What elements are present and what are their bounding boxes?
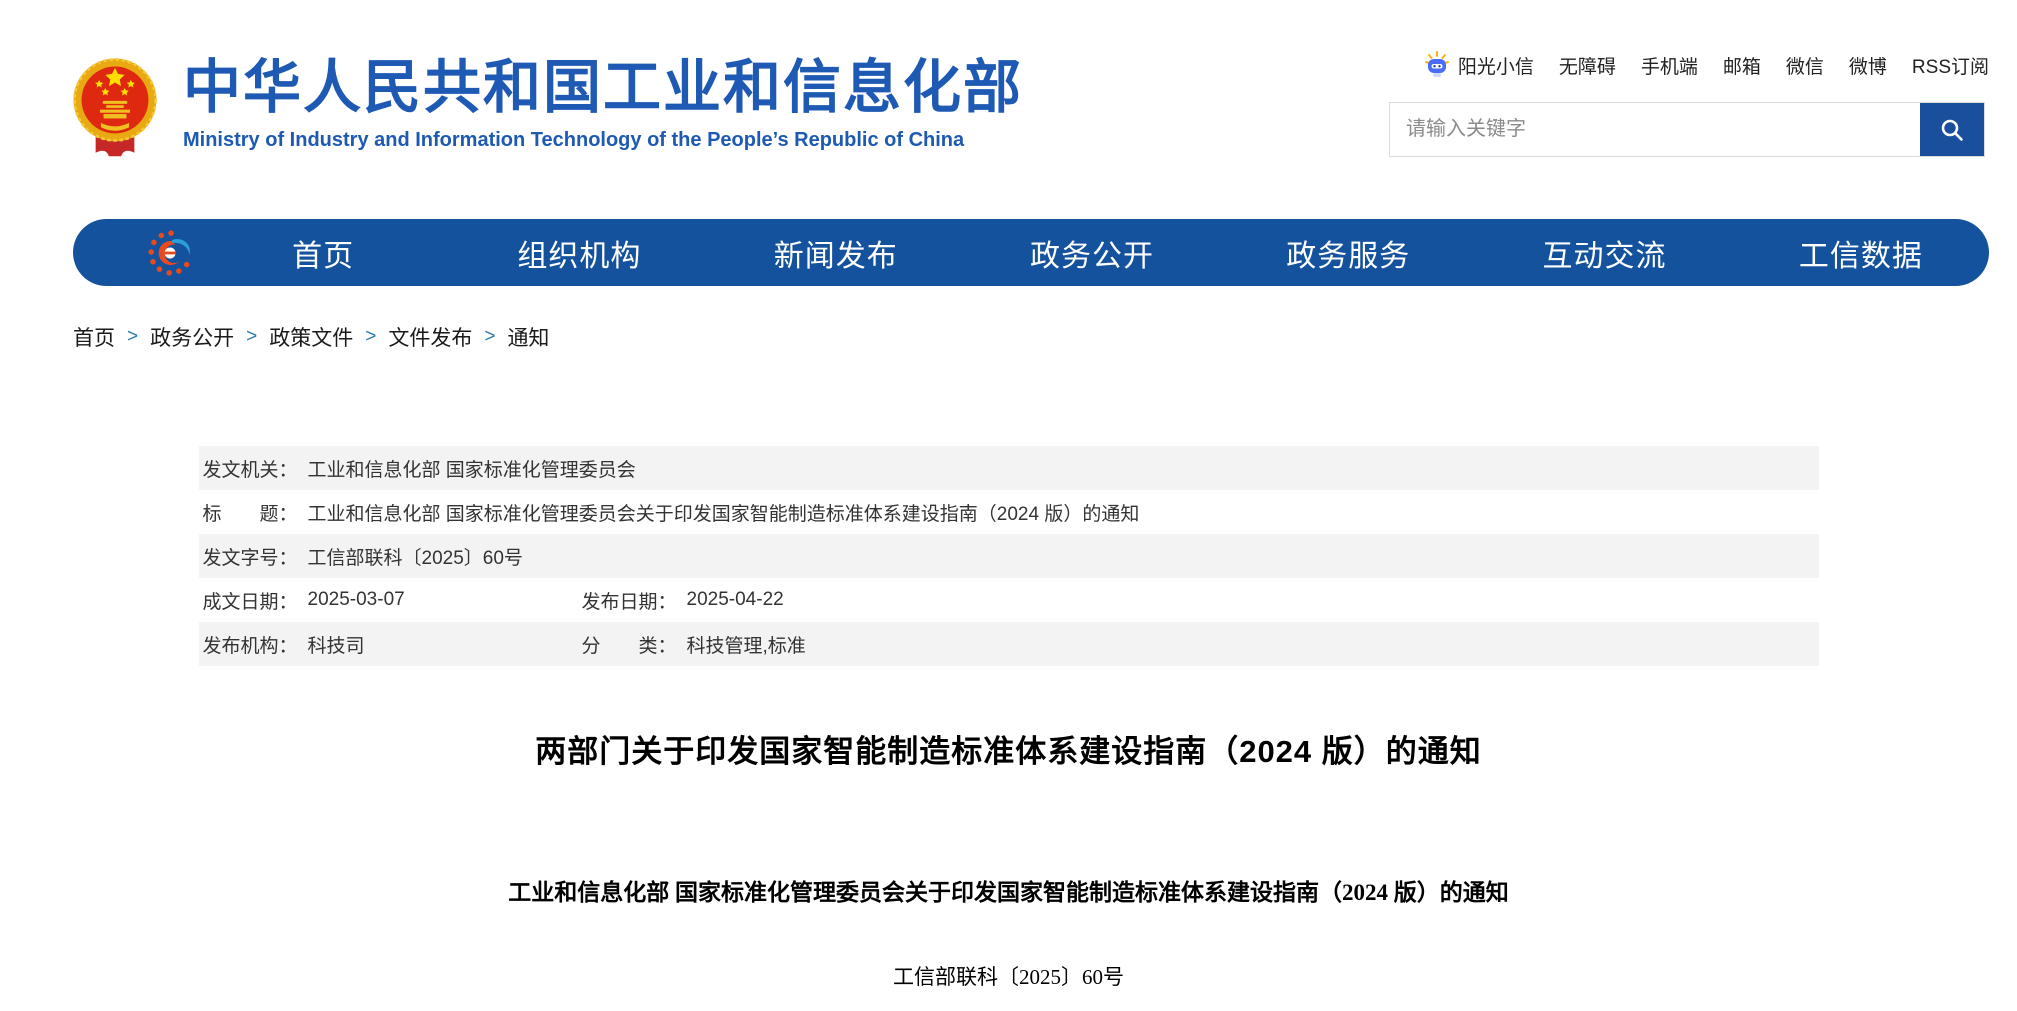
meta-value: 工业和信息化部 国家标准化管理委员会 [308,455,636,482]
breadcrumb-separator: > [127,326,138,348]
header-right: 阳光小信 无障碍 手机端 邮箱 微信 微博 RSS订阅 [1389,50,1989,157]
site-brand: 中华人民共和国工业和信息化部 Ministry of Industry and … [71,48,1023,166]
miit-logo-icon [147,229,195,277]
table-row: 标 题： 工业和信息化部 国家标准化管理委员会关于印发国家智能制造标准体系建设指… [199,490,1819,534]
quick-link-weibo[interactable]: 微博 [1849,52,1887,79]
nav-item-news[interactable]: 新闻发布 [708,231,964,275]
main-nav: 首页 组织机构 新闻发布 政务公开 政务服务 互动交流 工信数据 [73,219,1989,286]
main-content: 发文机关： 工业和信息化部 国家标准化管理委员会 标 题： 工业和信息化部 国家… [0,446,2017,991]
breadcrumb-policy-documents[interactable]: 政策文件 [269,322,353,352]
meta-label: 成文日期： [203,587,298,614]
quick-links: 阳光小信 无障碍 手机端 邮箱 微信 微博 RSS订阅 [1389,50,1989,80]
meta-category: 分 类： 科技管理,标准 [582,631,1815,658]
search-icon [1939,117,1965,143]
article-subtitle: 工业和信息化部 国家标准化管理委员会关于印发国家智能制造标准体系建设指南（202… [0,873,2017,907]
document-meta-table: 发文机关： 工业和信息化部 国家标准化管理委员会 标 题： 工业和信息化部 国家… [199,446,1819,666]
breadcrumb-separator: > [365,326,376,348]
page: 中华人民共和国工业和信息化部 Ministry of Industry and … [0,0,2017,1011]
meta-issuing-agency: 发文机关： 工业和信息化部 国家标准化管理委员会 [203,455,1815,482]
robot-icon [1422,50,1452,80]
meta-label: 分 类： [582,631,677,658]
breadcrumb-home[interactable]: 首页 [73,322,115,352]
search-input[interactable] [1390,103,1920,156]
nav-item-home[interactable]: 首页 [195,231,451,275]
meta-value: 科技司 [308,631,365,658]
meta-label: 发布机构： [203,631,298,658]
meta-label: 发布日期： [582,587,677,614]
search-bar [1389,102,1985,157]
page-title: 两部门关于印发国家智能制造标准体系建设指南（2024 版）的通知 [0,726,2017,771]
breadcrumb-current-notice: 通知 [507,322,549,352]
breadcrumb-separator: > [484,326,495,348]
quick-link-rss[interactable]: RSS订阅 [1912,52,1989,79]
meta-label: 标 题： [203,499,298,526]
meta-publish-org: 发布机构： 科技司 [203,631,582,658]
national-emblem-icon [71,48,159,166]
brand-text: 中华人民共和国工业和信息化部 Ministry of Industry and … [183,48,1023,152]
meta-value: 科技管理,标准 [687,631,806,658]
meta-doc-number: 发文字号： 工信部联科〔2025〕60号 [203,543,1815,570]
meta-value: 2025-04-22 [687,589,784,611]
meta-written-date: 成文日期： 2025-03-07 [203,587,582,614]
article-doc-number: 工信部联科〔2025〕60号 [0,961,2017,991]
meta-value: 工信部联科〔2025〕60号 [308,543,523,570]
breadcrumb: 首页 > 政务公开 > 政策文件 > 文件发布 > 通知 [73,322,2017,352]
quick-link-sunshine-assistant[interactable]: 阳光小信 [1422,50,1534,80]
table-row: 成文日期： 2025-03-07 发布日期： 2025-04-22 [199,578,1819,622]
quick-link-mobile[interactable]: 手机端 [1641,52,1698,79]
quick-link-accessibility[interactable]: 无障碍 [1559,52,1616,79]
meta-title: 标 题： 工业和信息化部 国家标准化管理委员会关于印发国家智能制造标准体系建设指… [203,499,1815,526]
site-header: 中华人民共和国工业和信息化部 Ministry of Industry and … [0,0,2017,219]
meta-value: 工业和信息化部 国家标准化管理委员会关于印发国家智能制造标准体系建设指南（202… [308,499,1140,526]
meta-value: 2025-03-07 [308,589,405,611]
nav-item-organization[interactable]: 组织机构 [451,231,707,275]
table-row: 发文字号： 工信部联科〔2025〕60号 [199,534,1819,578]
nav-item-interaction[interactable]: 互动交流 [1476,231,1732,275]
meta-publish-date: 发布日期： 2025-04-22 [582,587,1815,614]
site-subtitle: Ministry of Industry and Information Tec… [183,129,1023,152]
breadcrumb-separator: > [246,326,257,348]
table-row: 发文机关： 工业和信息化部 国家标准化管理委员会 [199,446,1819,490]
site-title: 中华人民共和国工业和信息化部 [183,58,1023,119]
table-row: 发布机构： 科技司 分 类： 科技管理,标准 [199,622,1819,666]
nav-items: 首页 组织机构 新闻发布 政务公开 政务服务 互动交流 工信数据 [195,231,1989,275]
quick-link-mail[interactable]: 邮箱 [1723,52,1761,79]
nav-item-gov-services[interactable]: 政务服务 [1220,231,1476,275]
meta-label: 发文机关： [203,455,298,482]
breadcrumb-document-release[interactable]: 文件发布 [388,322,472,352]
meta-label: 发文字号： [203,543,298,570]
nav-item-miit-data[interactable]: 工信数据 [1733,231,1989,275]
breadcrumb-gov-disclosure[interactable]: 政务公开 [150,322,234,352]
quick-link-label: 阳光小信 [1458,52,1534,79]
quick-link-wechat[interactable]: 微信 [1786,52,1824,79]
nav-item-gov-disclosure[interactable]: 政务公开 [964,231,1220,275]
search-button[interactable] [1920,103,1984,156]
